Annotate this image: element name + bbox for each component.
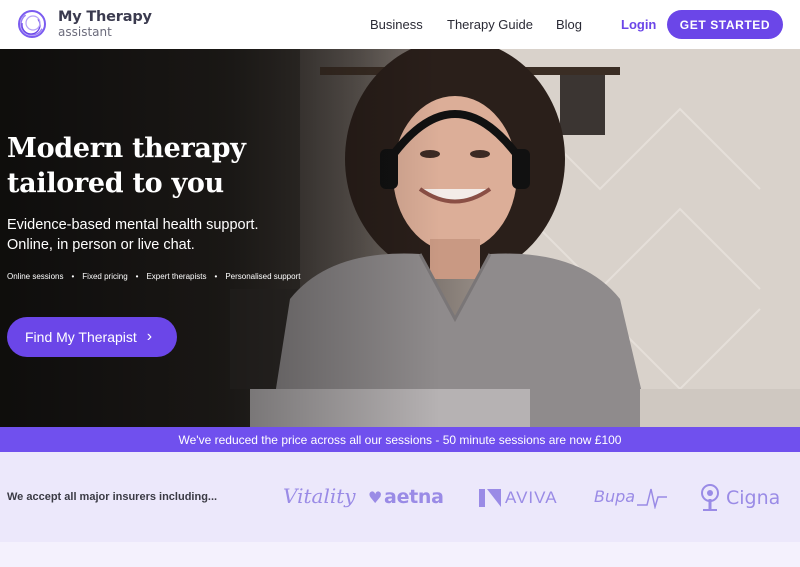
login-link[interactable]: Login (621, 17, 656, 32)
insurers-section: We accept all major insurers including..… (0, 452, 800, 542)
logo-ring-icon (16, 8, 48, 40)
feature-personalised-support: Personalised support (225, 272, 301, 281)
insurers-label: We accept all major insurers including..… (7, 491, 218, 503)
feature-online-sessions: Online sessions (7, 272, 64, 281)
feature-expert-therapists: Expert therapists (146, 272, 207, 281)
aviva-mark-icon (479, 489, 501, 507)
hero-subtitle-line1: Evidence-based mental health support. (7, 217, 259, 233)
heart-icon: ♥ (368, 487, 383, 507)
tree-icon (701, 484, 719, 511)
logo-subtitle: assistant (58, 24, 112, 39)
promo-text: We've reduced the price across all our s… (178, 432, 622, 447)
price-promo-banner: We've reduced the price across all our s… (0, 427, 800, 452)
bupa-logo: Bupa (594, 483, 668, 509)
nav-link-therapy-guide[interactable]: Therapy Guide (447, 17, 533, 32)
hero-title: Modern therapy tailored to you (7, 131, 307, 201)
find-my-therapist-label: Find My Therapist (25, 329, 137, 345)
nav-link-blog[interactable]: Blog (556, 17, 582, 32)
aviva-logo: AVIVA (479, 488, 558, 508)
aetna-logo: ♥ aetna (368, 486, 444, 508)
find-my-therapist-button[interactable]: Find My Therapist › (7, 317, 177, 357)
feature-fixed-pricing: Fixed pricing (82, 272, 128, 281)
top-navigation: My Therapy assistant Business Therapy Gu… (0, 0, 800, 49)
chevron-right-icon: › (146, 328, 153, 345)
hero-section: Modern therapy tailored to you Evidence-… (0, 49, 800, 427)
vitality-logo: Vitality (283, 484, 356, 508)
get-started-button[interactable]: GET STARTED (667, 10, 783, 39)
hero-title-line2: tailored to you (7, 168, 224, 199)
hero-subtitle: Evidence-based mental health support. On… (7, 215, 307, 255)
hero-subtitle-line2: Online, in person or live chat. (7, 237, 195, 253)
hero-title-line1: Modern therapy (7, 133, 246, 164)
heartbeat-icon (637, 488, 668, 509)
nav-link-business[interactable]: Business (370, 17, 423, 32)
site-logo[interactable]: My Therapy assistant (16, 8, 152, 40)
feature-list: Online sessions • Fixed pricing • Expert… (7, 272, 301, 281)
logo-title: My Therapy (58, 9, 152, 26)
cigna-logo: Cigna (697, 484, 780, 512)
